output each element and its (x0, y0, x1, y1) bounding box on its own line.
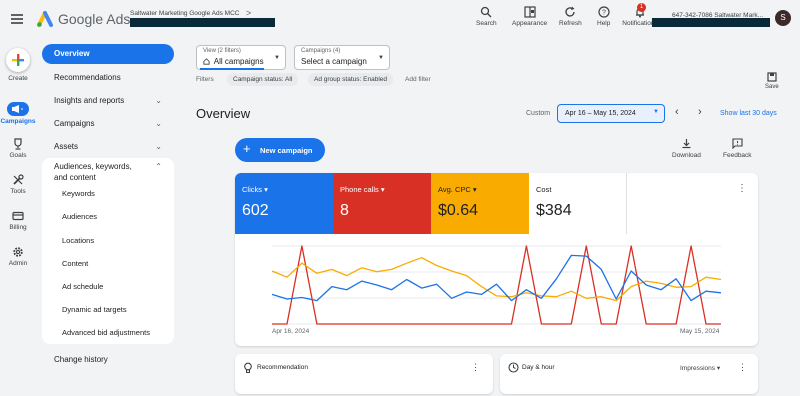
help-button[interactable]: ? Help (597, 6, 610, 27)
account-chevron[interactable]: > (246, 8, 251, 18)
recommendation-card: Recommendation ⋮ (235, 354, 493, 394)
gear-icon (13, 247, 23, 257)
filters-label: Filters (196, 76, 214, 83)
nav-panel: Overview Recommendations Insights and re… (42, 40, 174, 390)
rail-goals[interactable]: Goals (0, 138, 36, 159)
more-options-icon[interactable]: ⋮ (471, 362, 480, 373)
x-axis-end-label: May 15, 2024 (680, 328, 720, 335)
rail-create[interactable]: Create (0, 48, 36, 82)
refresh-button[interactable]: Refresh (559, 6, 582, 27)
rail-tools[interactable]: Tools (0, 174, 36, 195)
clock-icon (508, 362, 519, 373)
filter-chip-ad-group-status[interactable]: Ad group status: Enabled (308, 73, 393, 86)
create-button[interactable] (6, 48, 30, 72)
chevron-down-icon: ⌄ (155, 119, 162, 128)
nav-sub-dynamic-ad-targets[interactable]: Dynamic ad targets (62, 305, 127, 314)
series-line-1 (271, 257, 722, 302)
trophy-icon (14, 138, 22, 150)
appearance-icon (523, 6, 536, 18)
nav-item-recommendations[interactable]: Recommendations (42, 73, 174, 82)
top-bar: Google Ads Saltwater Marketing Google Ad… (0, 0, 800, 40)
dropdown-arrow-icon: ▼ (378, 55, 384, 61)
plus-icon (12, 54, 24, 66)
lightbulb-icon (244, 362, 252, 373)
nav-sub-content[interactable]: Content (62, 259, 88, 268)
megaphone-icon (12, 105, 23, 113)
account-id[interactable]: 647-342-7086 Saltwater Mark... (672, 12, 763, 19)
more-options-icon[interactable]: ⋮ (738, 362, 747, 373)
credit-card-icon (12, 211, 24, 221)
brand-name: Google Ads (58, 11, 131, 27)
view-selector[interactable]: View (2 filters) All campaigns ▼ (196, 45, 286, 70)
rail-billing[interactable]: Billing (0, 210, 36, 231)
wrench-icon (13, 174, 24, 185)
redaction-bar (652, 18, 770, 27)
nav-item-insights[interactable]: Insights and reports ⌄ (42, 96, 174, 105)
series-line-0 (271, 254, 722, 302)
dropdown-arrow-icon: ▼ (274, 55, 280, 61)
chevron-up-icon: ⌃ (155, 162, 162, 171)
notification-badge: 1 (637, 3, 646, 12)
svg-text:?: ? (602, 10, 606, 17)
home-icon (203, 58, 210, 65)
chevron-down-icon: ⌄ (155, 142, 162, 151)
left-rail: Create Campaigns Goals Tools Billing Adm… (0, 40, 36, 396)
rail-admin[interactable]: Admin (0, 246, 36, 267)
impressions-select[interactable]: Impressions ▾ (680, 364, 720, 372)
redaction-bar (130, 18, 275, 27)
avatar[interactable]: S (775, 10, 791, 26)
filter-chip-campaign-status[interactable]: Campaign status: All (227, 73, 299, 86)
download-button[interactable]: Download (672, 138, 701, 159)
menu-icon[interactable] (11, 14, 23, 24)
nav-sub-locations[interactable]: Locations (62, 236, 94, 245)
save-icon (767, 72, 777, 82)
appearance-button[interactable]: Appearance (512, 6, 547, 27)
feedback-icon (732, 138, 743, 149)
feedback-button[interactable]: Feedback (723, 138, 752, 159)
page-title: Overview (196, 106, 251, 121)
next-period-button[interactable]: › (698, 106, 702, 118)
download-icon (682, 139, 691, 149)
date-custom-label: Custom (526, 110, 551, 117)
google-ads-logo (37, 11, 53, 27)
search-icon (481, 6, 492, 18)
nav-sub-advanced-bid[interactable]: Advanced bid adjustments (62, 328, 150, 337)
help-icon: ? (598, 6, 610, 18)
nav-item-overview[interactable]: Overview (42, 44, 174, 64)
chevron-down-icon: ⌄ (155, 96, 162, 105)
campaign-selector[interactable]: Campaigns (4) Select a campaign ▼ (294, 45, 390, 70)
day-hour-card: Day & hour Impressions ▾ ⋮ (500, 354, 758, 394)
nav-item-assets[interactable]: Assets ⌄ (42, 142, 174, 151)
save-button[interactable]: Save (765, 72, 779, 90)
nav-item-audiences[interactable]: Audiences, keywords, and content ⌃ (42, 161, 174, 183)
plus-icon: + (243, 141, 251, 156)
account-name[interactable]: Saltwater Marketing Google Ads MCC (130, 10, 239, 17)
nav-sub-audiences[interactable]: Audiences (62, 212, 97, 221)
nav-item-campaigns[interactable]: Campaigns ⌄ (42, 119, 174, 128)
previous-period-button[interactable]: ‹ (675, 106, 679, 118)
add-filter-link[interactable]: Add filter (405, 76, 431, 83)
show-last-30-days-link[interactable]: Show last 30 days (720, 110, 777, 117)
search-button[interactable]: Search (476, 6, 497, 27)
nav-sub-keywords[interactable]: Keywords (62, 189, 95, 198)
performance-card: Clicks ▾ 602 Phone calls ▾ 8 Avg. CPC ▾ … (235, 173, 758, 346)
x-axis-start-label: Apr 16, 2024 (272, 328, 310, 335)
nav-sub-ad-schedule[interactable]: Ad schedule (62, 282, 103, 291)
view-underline (200, 68, 264, 70)
performance-chart (271, 245, 722, 325)
nav-item-change-history[interactable]: Change history (42, 355, 174, 364)
refresh-icon (565, 6, 576, 17)
dropdown-arrow-icon: ▼ (653, 109, 659, 115)
date-range-picker[interactable]: Apr 16 – May 15, 2024 ▼ (557, 104, 665, 123)
new-campaign-button[interactable]: + New campaign (235, 138, 325, 162)
rail-campaigns[interactable]: Campaigns (0, 102, 36, 125)
